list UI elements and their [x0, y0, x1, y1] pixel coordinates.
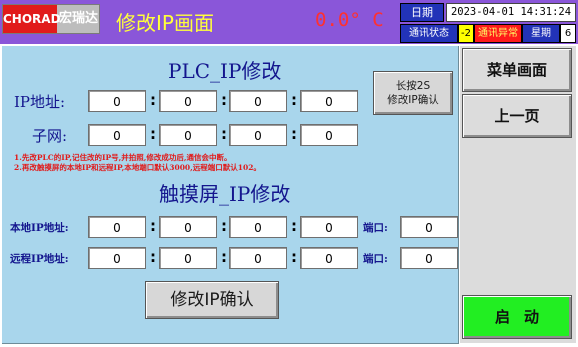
- plc-subnet-octet-4-input[interactable]: 0: [300, 124, 358, 146]
- side-menu: 菜单画面 上一页 启动: [460, 46, 576, 343]
- remote-ip-octet-3-input[interactable]: 0: [229, 247, 287, 269]
- previous-page-button[interactable]: 上一页: [462, 94, 572, 138]
- local-ip-octet-2-input[interactable]: 0: [159, 216, 217, 238]
- plc-ip-octet-1-input[interactable]: 0: [88, 90, 146, 112]
- weekday-value: 6: [560, 24, 576, 43]
- start-button[interactable]: 启动: [462, 295, 572, 339]
- local-ip-octet-4-input[interactable]: 0: [300, 216, 358, 238]
- page-title: 修改IP画面: [116, 11, 214, 35]
- weekday-label: 星期: [522, 24, 560, 43]
- ip-separator: :: [291, 217, 297, 235]
- ip-separator: :: [291, 91, 297, 109]
- ip-separator: :: [150, 125, 156, 143]
- plc-subnet-octet-1-input[interactable]: 0: [88, 124, 146, 146]
- date-label: 日期: [400, 3, 444, 22]
- comm-status-label: 通讯状态: [400, 24, 458, 43]
- hmi-ip-section-title: 触摸屏_IP修改: [159, 182, 291, 206]
- date-time-value: 2023-04-01 14:31:24: [446, 3, 576, 22]
- plc-subnet-octet-3-input[interactable]: 0: [229, 124, 287, 146]
- comm-status-badge: 通讯异常: [474, 24, 522, 43]
- ip-separator: :: [150, 248, 156, 266]
- plc-subnet-label: 子网:: [32, 127, 68, 145]
- plc-ip-section-title: PLC_IP修改: [168, 59, 282, 83]
- ip-settings-panel: PLC_IP修改 IP地址: 0 : 0 : 0 : 0 子网: 0 : 0 :…: [2, 46, 459, 344]
- remote-ip-octet-1-input[interactable]: 0: [88, 247, 146, 269]
- long-press-confirm-plc-ip-button[interactable]: 长按2S 修改IP确认: [373, 71, 453, 115]
- logo-brand: CHORAD: [3, 5, 61, 33]
- header-bar: CHORAD 宏瑞达 修改IP画面 0.0° C 日期 2023-04-01 1…: [0, 0, 578, 44]
- ip-separator: :: [291, 248, 297, 266]
- local-port-label: 端口:: [363, 222, 388, 234]
- plc-ip-octet-2-input[interactable]: 0: [159, 90, 217, 112]
- remote-port-label: 端口:: [363, 253, 388, 265]
- local-port-input[interactable]: 0: [400, 216, 458, 238]
- local-ip-octet-3-input[interactable]: 0: [229, 216, 287, 238]
- ip-separator: :: [150, 91, 156, 109]
- ip-separator: :: [221, 91, 227, 109]
- remote-ip-label: 远程IP地址:: [10, 253, 69, 265]
- remote-ip-octet-4-input[interactable]: 0: [300, 247, 358, 269]
- company-logo: CHORAD 宏瑞达: [2, 4, 100, 34]
- confirm-hmi-ip-button[interactable]: 修改IP确认: [145, 281, 279, 319]
- instruction-note-2: 2.再改触摸屏的本地IP和远程IP,本地端口默认3000,远程端口默认102。: [14, 163, 261, 172]
- ip-separator: :: [291, 125, 297, 143]
- plc-ip-octet-4-input[interactable]: 0: [300, 90, 358, 112]
- remote-ip-octet-2-input[interactable]: 0: [159, 247, 217, 269]
- plc-ip-label: IP地址:: [14, 93, 66, 111]
- plc-ip-octet-3-input[interactable]: 0: [229, 90, 287, 112]
- ip-separator: :: [221, 217, 227, 235]
- ip-separator: :: [221, 248, 227, 266]
- long-press-button-label: 长按2S 修改IP确认: [387, 80, 439, 106]
- ip-separator: :: [221, 125, 227, 143]
- logo-company-name: 宏瑞达: [58, 11, 98, 26]
- remote-port-input[interactable]: 0: [400, 247, 458, 269]
- comm-error-code: -2: [458, 24, 474, 43]
- ip-separator: :: [150, 217, 156, 235]
- local-ip-octet-1-input[interactable]: 0: [88, 216, 146, 238]
- menu-page-button[interactable]: 菜单画面: [462, 48, 572, 92]
- temperature-readout: 0.0° C: [315, 9, 384, 31]
- plc-subnet-octet-2-input[interactable]: 0: [159, 124, 217, 146]
- local-ip-label: 本地IP地址:: [10, 222, 69, 234]
